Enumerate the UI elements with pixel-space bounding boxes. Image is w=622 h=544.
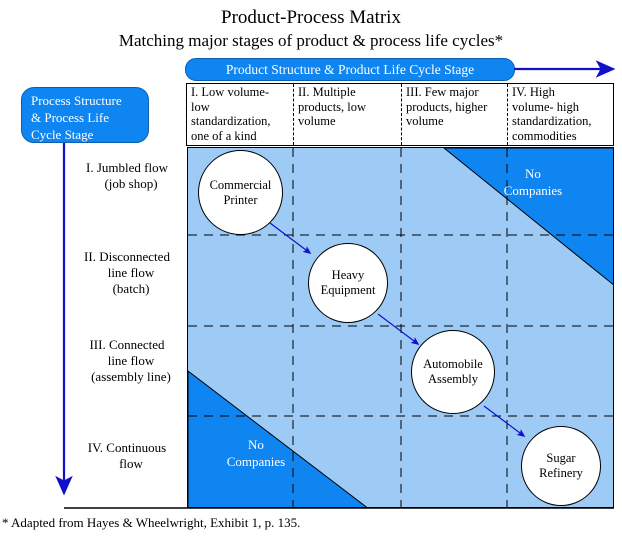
column-header-I: I. Low volume- low standardization, one … [187,84,293,145]
column-header-I-line-4: one of a kind [191,128,257,143]
no-companies-bottom-left-line-1: No [248,437,264,452]
column-header-II-line-2: products, low [298,99,367,114]
column-header-IV-line-3: standardization, [512,114,592,128]
bubble-heavy-equipment[interactable]: Heavy Equipment [308,243,388,323]
row-label-IV: IV. Continuous flow [66,440,188,472]
column-header-I-line-1: I. Low volume- [191,85,270,99]
row-label-IV-line-1: IV. Continuous [87,440,167,455]
row-label-I-line-1: I. Jumbled flow [86,160,168,175]
figure-title: Product-Process Matrix [221,7,401,28]
bubble-heavy-equipment-line-2: Equipment [320,283,376,297]
column-header-II: II. Multiple products, low volume [293,84,401,145]
row-label-II-line-3: (batch) [112,281,150,296]
row-label-III: III. Connected line flow (assembly line) [66,337,188,385]
matrix-plot-area: No Companies No Companies Commercial Pri… [187,147,614,508]
no-companies-bottom-left-line-2: Companies [226,454,286,469]
product-process-matrix-figure: Product-Process Matrix Matching major st… [0,0,622,544]
column-header-I-line-2: low [191,99,210,114]
bubble-commercial-printer-line-2: Printer [223,192,258,207]
bubble-automobile-assembly-line-2: Assembly [428,372,478,386]
column-header-row: I. Low volume- low standardization, one … [186,83,614,146]
column-header-II-line-3: volume [298,114,336,128]
column-header-III-line-2: products, higher [406,99,488,114]
column-header-I-line-3: standardization, [191,114,271,128]
flow-arrow-1 [269,222,312,255]
bubble-sugar-refinery[interactable]: Sugar Refinery [521,426,601,506]
column-header-II-line-1: II. Multiple [298,85,356,99]
bubble-commercial-printer-line-1: Commercial [209,177,272,192]
row-label-IV-line-2: flow [119,456,143,471]
row-label-II: II. Disconnected line flow (batch) [66,249,188,297]
row-label-I: I. Jumbled flow (job shop) [66,160,188,192]
bubble-automobile-assembly[interactable]: Automobile Assembly [411,330,495,414]
row-label-III-line-3: (assembly line) [91,369,171,384]
row-label-III-line-1: III. Connected [89,337,165,352]
bubble-automobile-assembly-line-1: Automobile [423,357,483,371]
no-companies-bottom-left-label: No Companies [196,436,316,470]
flow-arrow-3 [483,405,526,438]
figure-subtitle: Matching major stages of product & proce… [118,31,504,50]
column-header-IV: IV. High volume- high standardization, c… [507,84,613,145]
bubble-sugar-refinery-line-2: Refinery [539,466,583,480]
no-companies-top-right-label: No Companies [473,165,593,199]
process-axis-line-1: Process Structure [31,93,122,108]
column-header-IV-line-1: IV. High [512,85,555,99]
no-companies-top-right-line-1: No [525,166,541,181]
footnote: * Adapted from Hayes & Wheelwright, Exhi… [2,515,301,530]
row-label-II-line-2: line flow [107,265,155,280]
row-label-II-line-1: II. Disconnected [84,249,170,264]
column-header-IV-line-2: volume- high [512,99,580,114]
product-axis-banner: Product Structure & Product Life Cycle S… [185,58,515,81]
process-axis-line-3: Cycle Stage [31,127,94,142]
column-header-III: III. Few major products, higher volume [401,84,507,145]
process-axis-banner: Process Structure & Process Life Cycle S… [21,87,149,143]
process-axis-line-2: & Process Life [31,110,109,125]
column-header-III-line-1: III. Few major [406,85,479,99]
column-header-III-line-3: volume [406,114,444,128]
row-label-I-line-2: (job shop) [104,176,158,191]
flow-arrow-2 [377,313,420,346]
bubble-heavy-equipment-line-1: Heavy [331,268,365,282]
no-companies-top-right-line-2: Companies [503,183,563,198]
bubble-commercial-printer[interactable]: Commercial Printer [198,150,283,235]
row-label-III-line-2: line flow [107,353,155,368]
column-header-IV-line-4: commodities [512,128,577,143]
bubble-sugar-refinery-line-1: Sugar [546,451,576,465]
